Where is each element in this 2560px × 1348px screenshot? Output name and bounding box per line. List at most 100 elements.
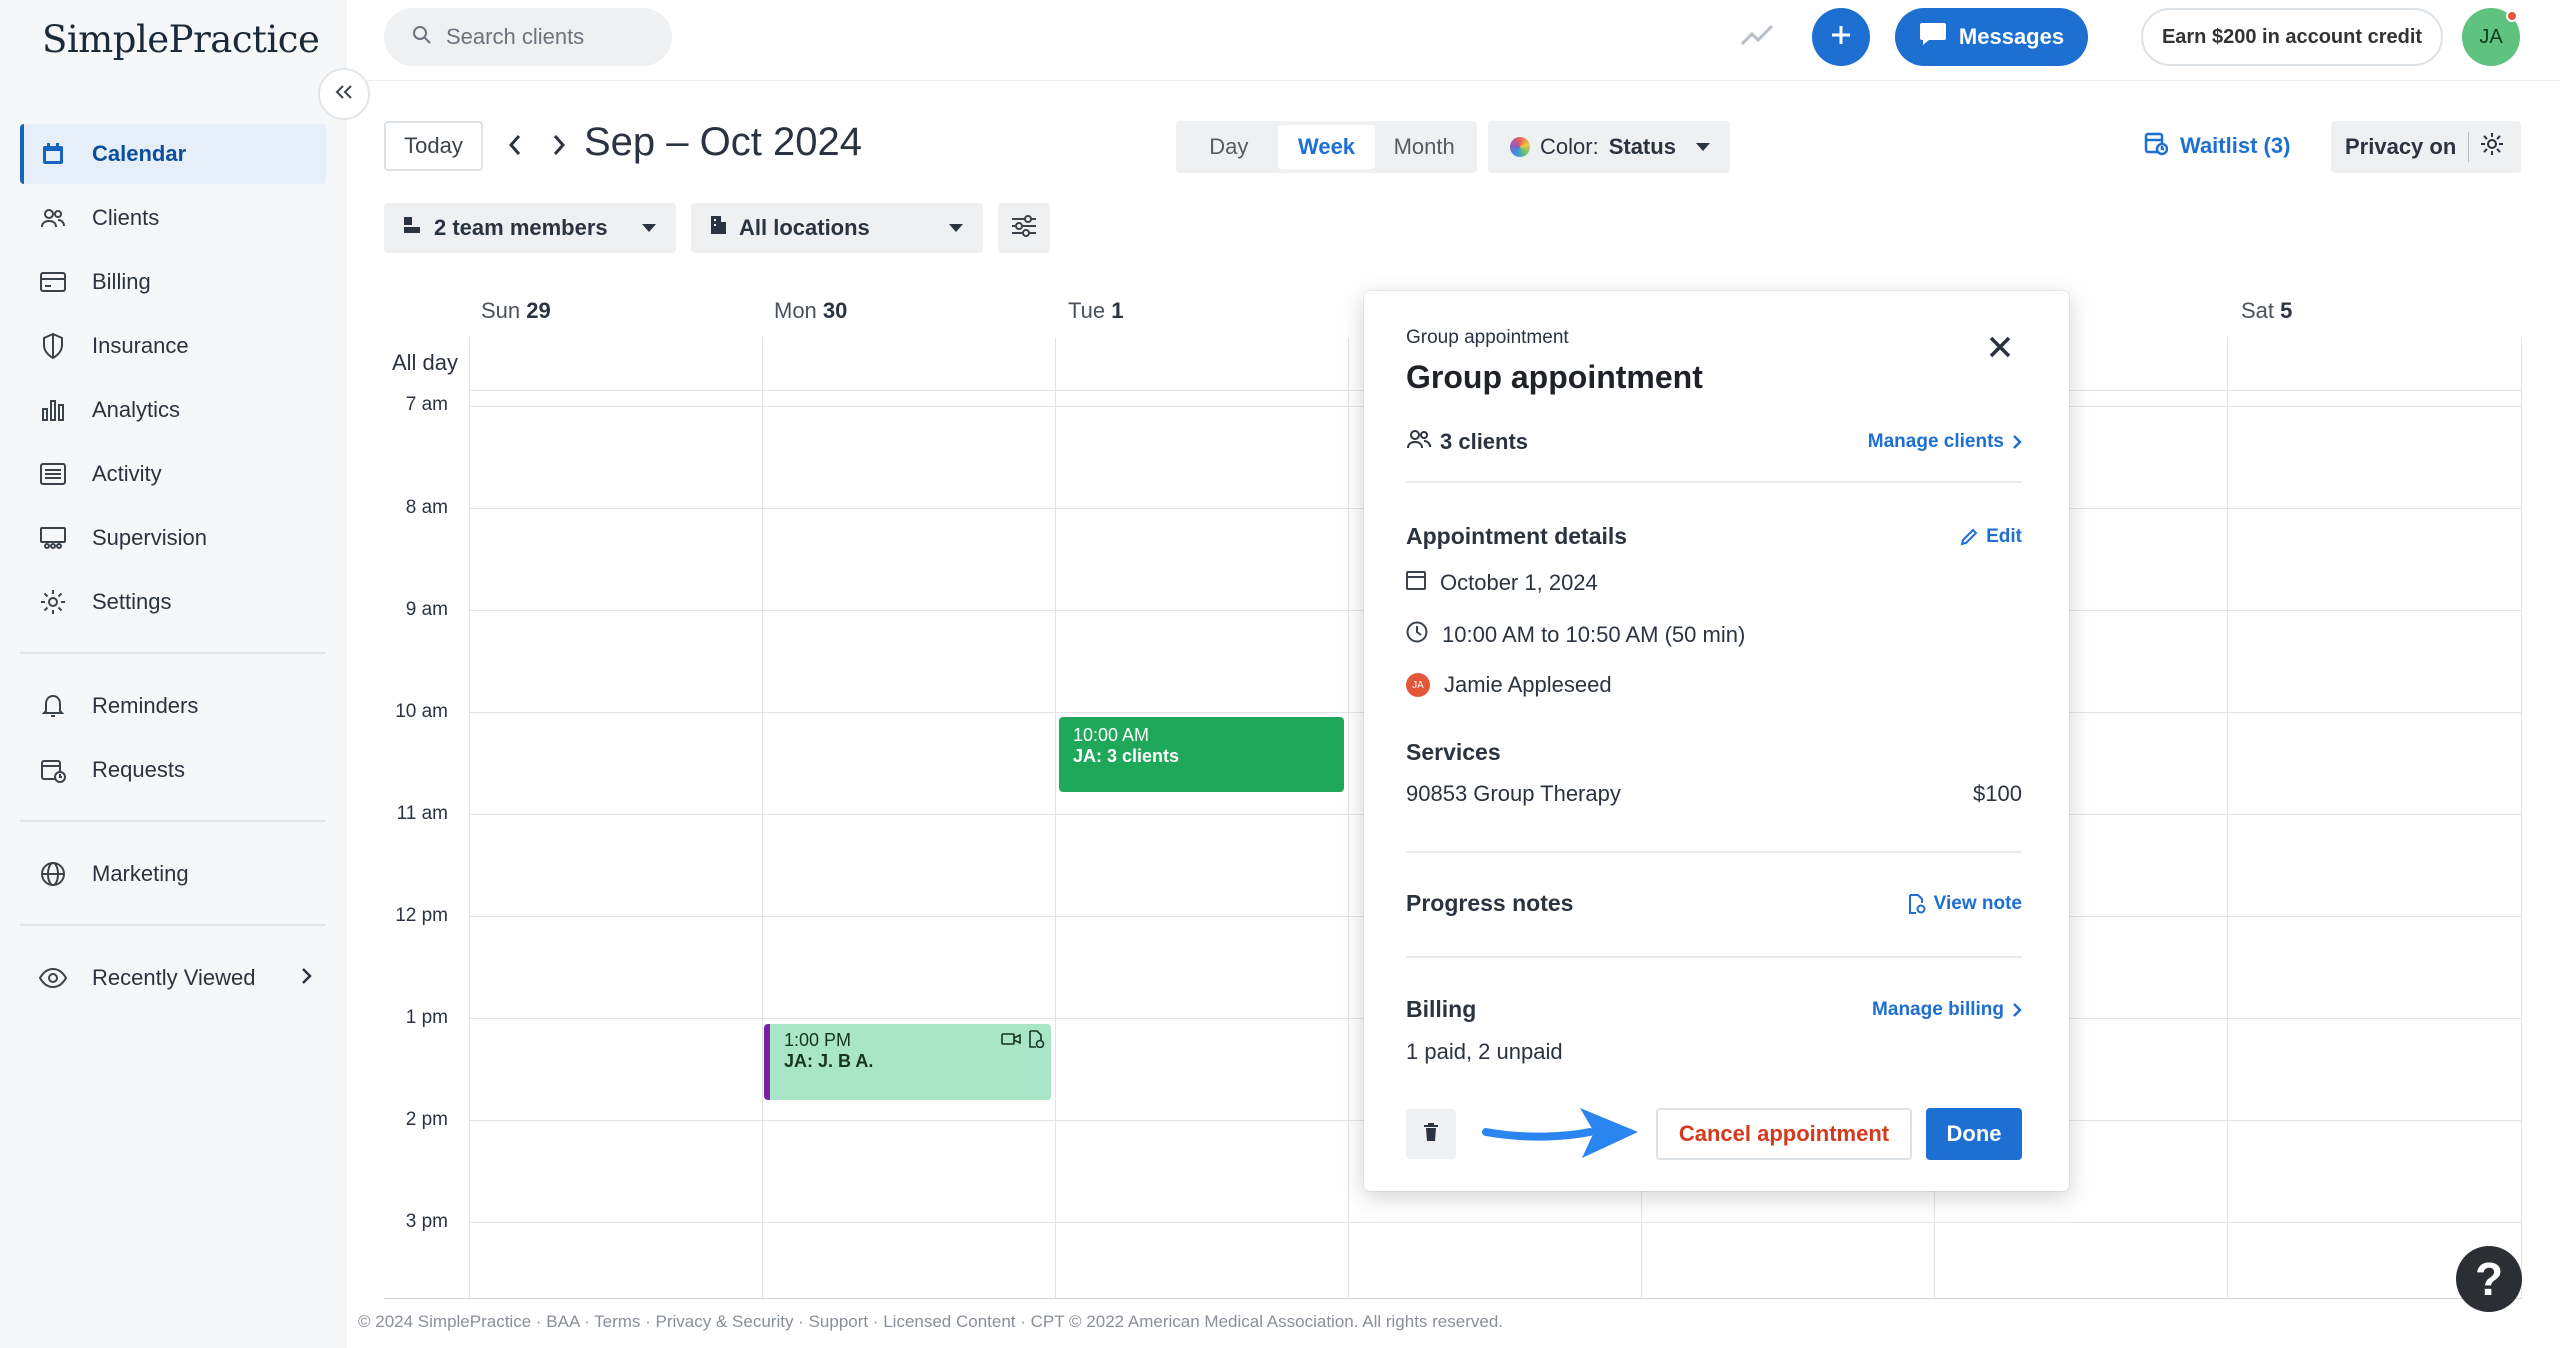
annotation-arrow — [1480, 1100, 1642, 1175]
privacy-label: Privacy on — [2345, 134, 2457, 159]
manage-clients-link[interactable]: Manage clients — [1868, 431, 2022, 453]
time-label: 1 pm — [405, 1007, 448, 1028]
sidebar-item-settings[interactable]: Settings — [20, 572, 326, 632]
sidebar-item-recently-viewed[interactable]: Recently Viewed — [20, 948, 326, 1008]
waitlist-link[interactable]: Waitlist (3) — [2144, 130, 2290, 162]
sidebar-item-activity[interactable]: Activity — [20, 444, 326, 504]
messages-button[interactable]: Messages — [1895, 8, 2088, 66]
caret-down-icon — [949, 224, 963, 232]
sidebar-nav: Calendar Clients Billing Insurance Analy… — [20, 124, 326, 1012]
manage-billing-link[interactable]: Manage billing — [1872, 999, 2022, 1021]
divider — [2468, 132, 2470, 162]
sidebar-item-label: Billing — [92, 269, 151, 294]
chat-icon — [1919, 21, 1947, 53]
color-dropdown[interactable]: Color: Status — [1488, 121, 1730, 173]
color-prefix: Color: — [1540, 134, 1599, 159]
trash-icon — [1423, 1122, 1439, 1147]
time-label: 9 am — [405, 599, 448, 620]
messages-label: Messages — [1958, 24, 2065, 49]
day-header-mon[interactable]: Mon 30 — [774, 298, 847, 324]
services-heading-row: Services — [1406, 739, 2022, 766]
appointment-time: 1:00 PM — [784, 1030, 852, 1050]
waitlist-icon — [2144, 130, 2169, 162]
appointment-block-group[interactable]: 10:00 AM JA: 3 clients — [1059, 717, 1344, 792]
popover-divider — [1406, 851, 2022, 853]
footer-text: © 2024 SimplePractice · BAA · Terms · Pr… — [358, 1312, 1504, 1331]
eye-icon — [38, 963, 68, 993]
color-value: Status — [1608, 134, 1676, 159]
day-header-sat[interactable]: Sat 5 — [2241, 298, 2292, 324]
billing-status-row: 1 paid, 2 unpaid — [1406, 1039, 2022, 1065]
sidebar-item-insurance[interactable]: Insurance — [20, 316, 326, 376]
gear-icon[interactable] — [2479, 131, 2505, 163]
collapse-sidebar-button[interactable] — [318, 68, 370, 120]
cancel-appointment-button[interactable]: Cancel appointment — [1656, 1108, 1912, 1160]
view-note-link[interactable]: View note — [1908, 893, 2022, 915]
sidebar-item-label: Settings — [92, 589, 172, 614]
sidebar-item-reminders[interactable]: Reminders — [20, 676, 326, 736]
sidebar-item-billing[interactable]: Billing — [20, 252, 326, 312]
view-day-tab[interactable]: Day — [1180, 125, 1278, 169]
today-button[interactable]: Today — [384, 121, 483, 171]
time-label: 7 am — [405, 394, 448, 415]
popover-kicker: Group appointment — [1406, 327, 1569, 348]
view-week-tab[interactable]: Week — [1277, 125, 1376, 169]
sidebar-item-clients[interactable]: Clients — [20, 188, 326, 248]
time-label: 11 am — [396, 803, 448, 824]
date-range-title: Sep – Oct 2024 — [584, 120, 862, 164]
sidebar-item-label: Marketing — [92, 861, 189, 886]
view-month-tab[interactable]: Month — [1375, 125, 1473, 169]
chevron-right-icon — [300, 965, 312, 991]
note-icon — [1027, 1030, 1045, 1053]
help-button[interactable]: ? — [2456, 1246, 2522, 1312]
edit-link[interactable]: Edit — [1960, 526, 2022, 548]
privacy-toggle-button[interactable]: Privacy on — [2331, 121, 2521, 173]
notes-row: Progress notes View note — [1406, 890, 2022, 917]
appointment-date: October 1, 2024 — [1440, 570, 1598, 595]
app-logo[interactable]: SimplePractice — [42, 18, 320, 61]
appointment-block-individual[interactable]: 1:00 PM JA: J. B A. — [764, 1024, 1051, 1100]
list-icon — [38, 459, 68, 489]
appointment-popover: Group appointment Group appointment 3 cl… — [1364, 291, 2069, 1191]
sidebar-item-label: Recently Viewed — [92, 965, 256, 990]
sidebar-item-requests[interactable]: Requests — [20, 740, 326, 800]
calendar-icon — [38, 139, 68, 169]
time-label: 2 pm — [405, 1109, 448, 1130]
delete-button[interactable] — [1406, 1109, 1456, 1159]
grid-bottom-border — [384, 1298, 2522, 1299]
day-header-tue[interactable]: Tue 1 — [1068, 298, 1123, 324]
next-button[interactable] — [548, 130, 570, 165]
sidebar-item-analytics[interactable]: Analytics — [20, 380, 326, 440]
sidebar-divider — [20, 652, 326, 654]
billing-icon — [38, 267, 68, 297]
trend-icon[interactable] — [1740, 22, 1774, 53]
search-input[interactable] — [446, 24, 666, 50]
sidebar-item-calendar[interactable]: Calendar — [20, 124, 326, 184]
avatar[interactable]: JA — [2462, 8, 2520, 66]
color-wheel-icon — [1510, 137, 1530, 157]
sidebar-item-label: Requests — [92, 757, 185, 782]
close-icon[interactable] — [1982, 329, 2018, 365]
day-header-sun[interactable]: Sun 29 — [481, 298, 551, 324]
view-toggle: Day Week Month — [1176, 121, 1477, 173]
time-row: 10:00 AM to 10:50 AM (50 min) — [1406, 621, 2022, 649]
team-members-dropdown[interactable]: 2 team members — [384, 203, 676, 253]
done-button[interactable]: Done — [1926, 1108, 2022, 1160]
supervision-icon — [38, 523, 68, 553]
popover-title: Group appointment — [1406, 359, 1703, 395]
clinician-row: JA Jamie Appleseed — [1406, 672, 2022, 698]
service-row: 90853 Group Therapy $100 — [1406, 781, 2022, 807]
previous-button[interactable] — [504, 130, 526, 165]
filter-button[interactable] — [998, 203, 1050, 253]
sidebar-item-supervision[interactable]: Supervision — [20, 508, 326, 568]
billing-heading: Billing — [1406, 996, 1477, 1022]
clients-icon — [1406, 428, 1432, 456]
date-row: October 1, 2024 — [1406, 570, 2022, 596]
locations-dropdown[interactable]: All locations — [691, 203, 983, 253]
notification-dot — [2506, 10, 2518, 22]
sidebar-item-marketing[interactable]: Marketing — [20, 844, 326, 904]
search-bar[interactable] — [384, 8, 672, 66]
earn-credit-button[interactable]: Earn $200 in account credit — [2141, 8, 2443, 66]
sidebar-item-label: Clients — [92, 205, 160, 230]
add-button[interactable] — [1812, 8, 1870, 66]
